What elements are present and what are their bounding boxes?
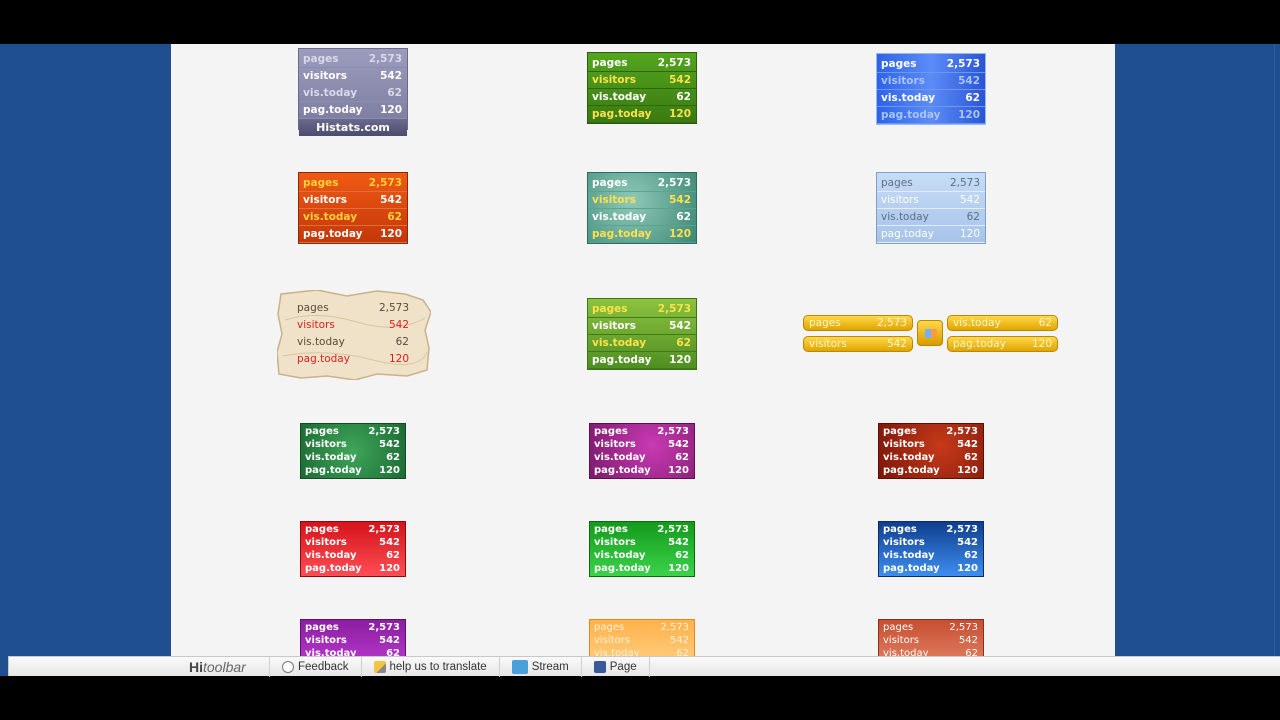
counter-row-pag-today: pag.today120 [588,226,696,243]
counter-row-visitors: visitors 542 [588,192,696,209]
counter-row-pag-today: pag.today120 [877,226,985,243]
counter-row-visitors: visitors 542 [594,537,689,548]
counter-row-visitors: visitors 542 [594,439,689,450]
counter-gallery-page: pages 2,573 visitors 542 vis.today 62 pag.t… [171,44,1115,676]
counter-row-pages: pages 2,573 [594,622,689,633]
counter-style-orange[interactable]: pages 2,573 visitors 542 vis.today 62 pag.t… [298,172,408,244]
counter-row-vis-today: vis.today 62 [594,550,689,561]
counter-style-grey[interactable]: pages 2,573 visitors 542 vis.today 62 pag.t… [298,48,408,136]
counter-row-pag-today: pag.today120 [877,107,985,124]
counter-row-vis-today: vis.today 62 [588,89,696,106]
hitoolbar: Hitoolbar Feedback help us to translate … [8,656,1280,677]
counter-style-rust[interactable]: pages 2,573 visitors 542 vis.today 62 pag.t… [878,423,984,479]
feedback-button[interactable]: Feedback [269,656,361,677]
counter-row-visitors: visitors 542 [305,537,400,548]
counter-style-bright-green[interactable]: pages 2,573 visitors 542 vis.today 62 pag.t… [589,521,695,577]
counter-row-vis-today: vis.today 62 [588,209,696,226]
counter-row-pag-today: pag.today120 [883,563,978,574]
counter-row-pages: pages 2,573 [299,51,407,68]
histats-logo: Histats.com [299,119,407,136]
counter-row-visitors: visitors 542 [877,192,985,209]
counter-row-pages: pages 2,573 [883,524,978,535]
counter-row-vis-today: vis.today 62 [299,209,407,226]
counter-row-visitors: visitors 542 [877,73,985,90]
counter-row-pag-today: pag.today120 [299,226,407,243]
histats-hub-icon [917,320,943,346]
counter-style-paper[interactable]: pages 2,573 visitors 542 vis.today 62 pag.t… [277,290,431,380]
counter-row-vis-today: vis.today 62 [877,209,985,226]
counter-row-vis-today: vis.today 62 [299,85,407,102]
counter-row-pag-today: pag.today120 [588,352,696,369]
right-edge-scrollbar[interactable] [1274,44,1280,676]
counter-row-visitors: visitors 542 [305,635,400,646]
counter-row-visitors: visitors 542 [588,318,696,335]
pill-visitors: visitors 542 [803,336,913,352]
pencil-icon [373,660,386,673]
counter-row-pag-today: pag.today120 [588,106,696,123]
toolbar-separator [648,656,674,677]
counter-row-vis-today: vis.today 62 [877,90,985,107]
counter-row-visitors: visitors 542 [883,635,978,646]
counter-style-red[interactable]: pages 2,573 visitors 542 vis.today 62 pag.t… [300,521,406,577]
counter-row-pages: pages 2,573 [594,426,689,437]
speech-bubble-icon [282,660,294,673]
counter-row-visitors: visitors 542 [594,635,689,646]
counter-row-pages: pages 2,573 [299,175,407,192]
stream-button[interactable]: Stream [498,656,581,677]
counter-style-navy[interactable]: pages 2,573 visitors 542 vis.today 62 pag.t… [878,521,984,577]
counter-row-vis-today: vis.today 62 [594,452,689,463]
screen: pages 2,573 visitors 542 vis.today 62 pag.t… [0,0,1280,720]
counter-row-visitors: visitors 542 [299,68,407,85]
counter-row-pages: pages 2,573 [588,55,696,72]
counter-row-pag-today: pag.today120 [305,563,400,574]
counter-row-pag-today: pag.today120 [299,102,407,119]
counter-row-visitors: visitors 542 [299,192,407,209]
counter-row-vis-today: vis.today 62 [297,336,409,348]
counter-style-green[interactable]: pages 2,573 visitors 542 vis.today 62 pag.t… [587,52,697,124]
hitoolbar-logo[interactable]: Hitoolbar [189,659,269,675]
counter-row-pag-today: pag.today120 [883,465,978,476]
counter-row-pages: pages 2,573 [883,426,978,437]
twitter-icon [511,659,528,674]
counter-row-pages: pages 2,573 [877,56,985,73]
counter-row-pages: pages 2,573 [297,302,409,314]
counter-row-pag-today: pag.today120 [297,353,409,365]
counter-row-visitors: visitors 542 [305,439,400,450]
facebook-icon [593,660,606,673]
browser-viewport: pages 2,573 visitors 542 vis.today 62 pag.t… [0,44,1280,676]
counter-row-visitors: visitors 542 [588,72,696,89]
counter-row-visitors: visitors 542 [297,319,409,331]
pill-vis-today: vis.today 62 [947,315,1058,331]
counter-style-light-blue[interactable]: pages 2,573 visitors 542 vis.today 62 pag.t… [876,172,986,244]
counter-row-visitors: visitors 542 [883,439,978,450]
translate-button[interactable]: help us to translate [360,656,499,677]
counter-row-pag-today: pag.today120 [594,563,689,574]
counter-row-pag-today: pag.today120 [594,465,689,476]
counter-row-pages: pages 2,573 [883,622,978,633]
counter-row-pages: pages 2,573 [588,175,696,192]
counter-style-teal[interactable]: pages 2,573 visitors 542 vis.today 62 pag.t… [587,172,697,244]
counter-row-vis-today: vis.today 62 [883,452,978,463]
pill-pages: pages 2,573 [803,315,913,331]
counter-row-vis-today: vis.today 62 [883,550,978,561]
counter-row-vis-today: vis.today 62 [305,452,400,463]
counter-row-vis-today: vis.today 62 [588,335,696,352]
counter-row-visitors: visitors 542 [883,537,978,548]
pill-pag-today: pag.today 120 [947,336,1058,352]
counter-row-pages: pages 2,573 [877,175,985,192]
counter-row-vis-today: vis.today 62 [305,550,400,561]
counter-row-pag-today: pag.today120 [305,465,400,476]
counter-style-lime[interactable]: pages 2,573 visitors 542 vis.today 62 pag.t… [587,298,697,370]
counter-style-magenta[interactable]: pages 2,573 visitors 542 vis.today 62 pag.t… [589,423,695,479]
counter-row-pages: pages 2,573 [594,524,689,535]
counter-style-forest[interactable]: pages 2,573 visitors 542 vis.today 62 pag.t… [300,423,406,479]
counter-style-blue[interactable]: pages 2,573 visitors 542 vis.today 62 pag.t… [876,53,986,125]
counter-row-pages: pages 2,573 [305,622,400,633]
counter-row-pages: pages 2,573 [588,301,696,318]
counter-row-pages: pages 2,573 [305,524,400,535]
counter-row-pages: pages 2,573 [305,426,400,437]
page-button[interactable]: Page [580,656,649,677]
